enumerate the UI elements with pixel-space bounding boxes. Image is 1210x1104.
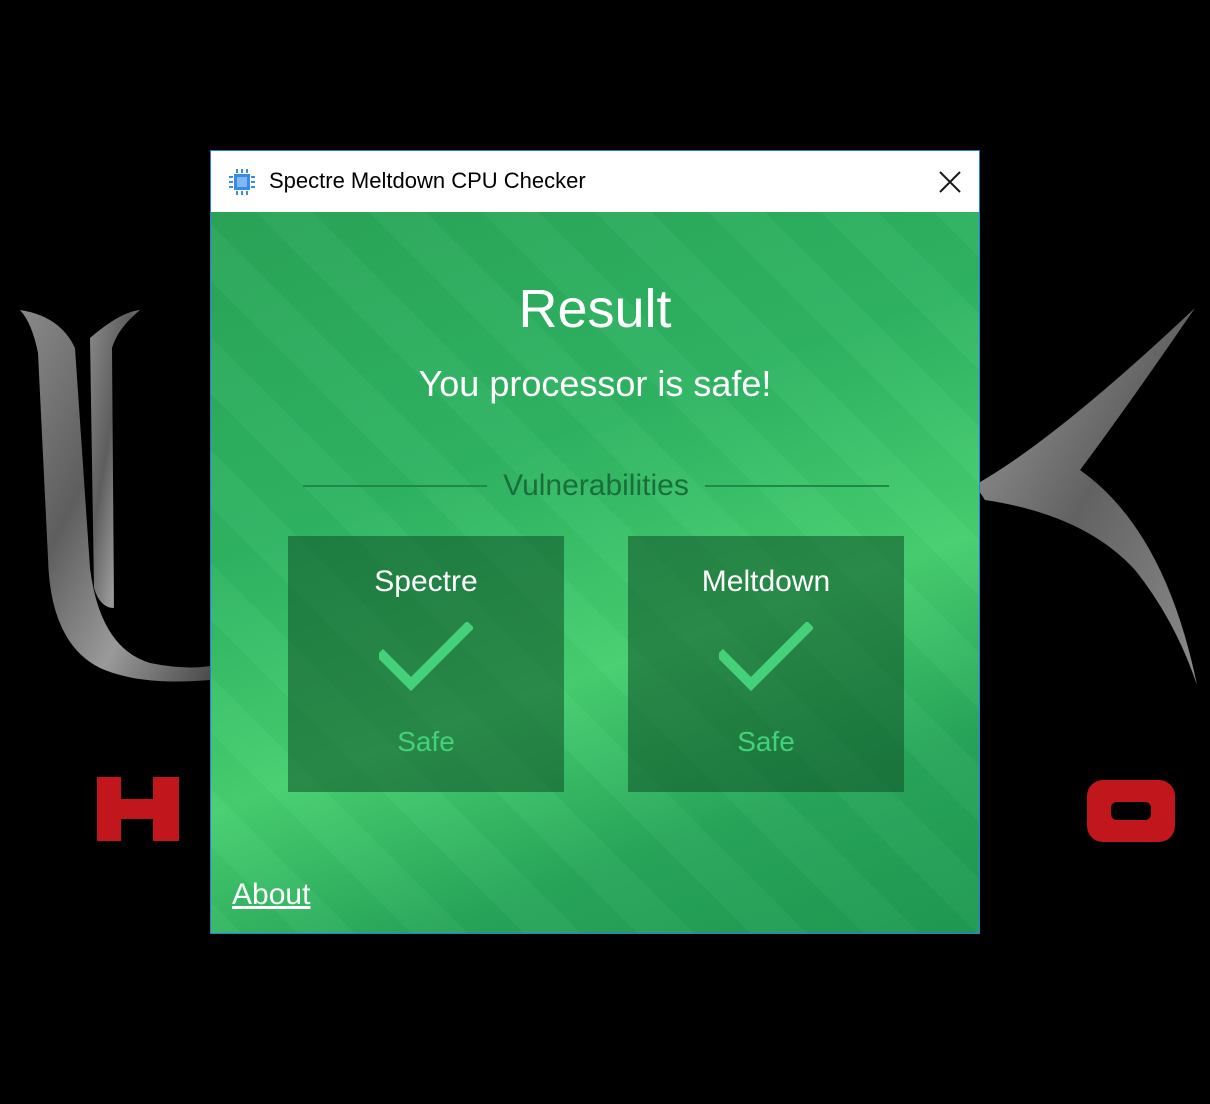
vulnerabilities-divider: Vulnerabilities [303, 466, 889, 506]
result-heading: Result [518, 279, 672, 339]
wallpaper-logo-o [1087, 780, 1175, 842]
wallpaper-logo-h [97, 777, 179, 841]
wallpaper-logo-k [975, 308, 1197, 685]
divider-line-left [303, 485, 487, 487]
spectre-card: Spectre Safe [288, 536, 564, 792]
close-button[interactable] [921, 151, 979, 212]
checkmark-icon [719, 622, 813, 692]
close-icon [939, 170, 961, 193]
spectre-status: Safe [397, 726, 455, 757]
checkmark-icon [379, 622, 473, 692]
spectre-title: Spectre [374, 565, 478, 598]
app-window: Spectre Meltdown CPU Checker Result You … [210, 150, 980, 934]
title-bar[interactable]: Spectre Meltdown CPU Checker [211, 151, 979, 212]
meltdown-card: Meltdown Safe [628, 536, 904, 792]
vulnerabilities-label: Vulnerabilities [503, 469, 689, 502]
meltdown-title: Meltdown [701, 565, 831, 598]
about-link[interactable]: About [232, 876, 310, 914]
result-message: You processor is safe! [418, 363, 772, 404]
window-title: Spectre Meltdown CPU Checker [269, 168, 586, 193]
wallpaper-logo-u [20, 310, 210, 682]
meltdown-status: Safe [737, 726, 795, 757]
desktop: Spectre Meltdown CPU Checker Result You … [0, 0, 1210, 1104]
window-content: Result You processor is safe! Vulnerabil… [211, 212, 979, 933]
cpu-chip-icon [229, 169, 255, 195]
divider-line-right [705, 485, 889, 487]
